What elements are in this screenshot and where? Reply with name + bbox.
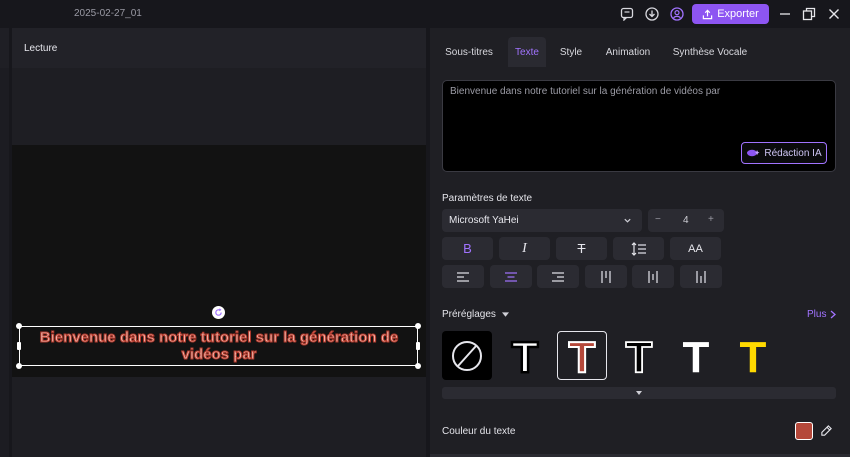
align-top-button[interactable] [585, 265, 627, 288]
line-spacing-button[interactable] [613, 237, 664, 260]
uppercase-button[interactable]: AA [670, 237, 721, 260]
font-family-value: Microsoft YaHei [449, 215, 519, 226]
bold-button[interactable]: B [442, 237, 493, 260]
text-color-swatch[interactable] [795, 422, 813, 440]
decrement-button[interactable]: − [655, 214, 661, 225]
ai-sparkle-icon [746, 148, 760, 158]
expand-presets-button[interactable] [442, 387, 836, 399]
uppercase-icon: AA [688, 242, 703, 255]
chevron-down-icon [623, 216, 632, 225]
export-icon [702, 9, 713, 20]
align-middle-icon [646, 270, 660, 284]
svg-text:T: T [683, 334, 710, 378]
presets-label: Préréglages [442, 309, 496, 320]
player-header [12, 28, 426, 68]
preset-style-icon: T [683, 334, 710, 378]
strikethrough-icon: T [577, 241, 586, 256]
caption-text[interactable]: Bienvenue dans notre tutoriel sur la gén… [20, 329, 418, 364]
align-bottom-icon [694, 270, 708, 284]
preset-brown-white-outline[interactable]: T [557, 331, 607, 380]
preset-white-black-outline[interactable]: T [500, 331, 550, 380]
no-style-icon [450, 339, 484, 373]
svg-text:T: T [626, 334, 653, 378]
more-label: Plus [807, 309, 827, 320]
preset-style-icon: T [625, 334, 654, 378]
font-family-select[interactable]: Microsoft YaHei [442, 209, 642, 232]
account-icon[interactable] [669, 6, 685, 22]
align-left-icon [456, 271, 470, 283]
text-color-label: Couleur du texte [442, 426, 516, 437]
preset-yellow-plain[interactable]: T [728, 331, 778, 380]
italic-icon: I [522, 240, 527, 256]
minimize-icon[interactable] [777, 6, 793, 22]
svg-text:T: T [740, 334, 767, 378]
bold-icon: B [463, 241, 472, 256]
align-middle-button[interactable] [632, 265, 674, 288]
preset-style-icon: T [568, 334, 597, 378]
rotate-handle-icon[interactable] [212, 306, 225, 319]
left-side-panel [0, 28, 9, 457]
tab-texte[interactable]: Texte [508, 37, 546, 67]
caret-down-icon [636, 391, 642, 395]
preset-none[interactable] [442, 331, 492, 380]
preset-style-icon: T [740, 334, 767, 378]
preset-style-icon: T [510, 334, 540, 378]
presets-more-link[interactable]: Plus [807, 309, 837, 320]
resize-handle[interactable] [415, 363, 421, 369]
ai-writing-label: Rédaction IA [764, 147, 822, 159]
ai-writing-button[interactable]: Rédaction IA [741, 142, 827, 164]
align-right-button[interactable] [537, 265, 579, 288]
text-params-label: Paramètres de texte [442, 193, 533, 204]
tab-synthese-vocale[interactable]: Synthèse Vocale [670, 37, 750, 67]
font-size-stepper[interactable]: − 4 + [648, 209, 724, 232]
close-icon[interactable] [826, 6, 842, 22]
feedback-icon[interactable] [619, 6, 635, 22]
tab-animation[interactable]: Animation [600, 37, 656, 67]
export-label: Exporter [717, 8, 759, 20]
tab-sous-titres[interactable]: Sous-titres [438, 37, 500, 67]
align-top-icon [599, 270, 613, 284]
align-center-button[interactable] [490, 265, 532, 288]
caret-down-icon [501, 312, 509, 317]
align-right-icon [551, 271, 565, 283]
chevron-right-icon [830, 310, 837, 319]
export-button[interactable]: Exporter [692, 4, 769, 24]
presets-dropdown[interactable]: Préréglages [442, 309, 509, 320]
eyedropper-icon[interactable] [820, 424, 833, 437]
preset-black-white-outline[interactable]: T [614, 331, 664, 380]
text-content-value: Bienvenue dans notre tutoriel sur la gén… [450, 86, 721, 97]
increment-button[interactable]: + [708, 214, 714, 225]
restore-icon[interactable] [801, 6, 817, 22]
project-title: 2025-02-27_01 [74, 8, 142, 19]
preset-white-plain[interactable]: T [671, 331, 721, 380]
align-bottom-button[interactable] [680, 265, 722, 288]
tab-style[interactable]: Style [556, 37, 586, 67]
line-spacing-icon [631, 241, 647, 256]
italic-button[interactable]: I [499, 237, 550, 260]
align-center-icon [504, 271, 518, 283]
player-title: Lecture [24, 43, 58, 54]
align-left-button[interactable] [442, 265, 484, 288]
resize-handle[interactable] [16, 363, 22, 369]
svg-text:T: T [569, 334, 596, 378]
download-icon[interactable] [644, 6, 660, 22]
svg-text:T: T [512, 334, 539, 378]
font-size-value: 4 [683, 215, 689, 226]
strikethrough-button[interactable]: T [556, 237, 607, 260]
